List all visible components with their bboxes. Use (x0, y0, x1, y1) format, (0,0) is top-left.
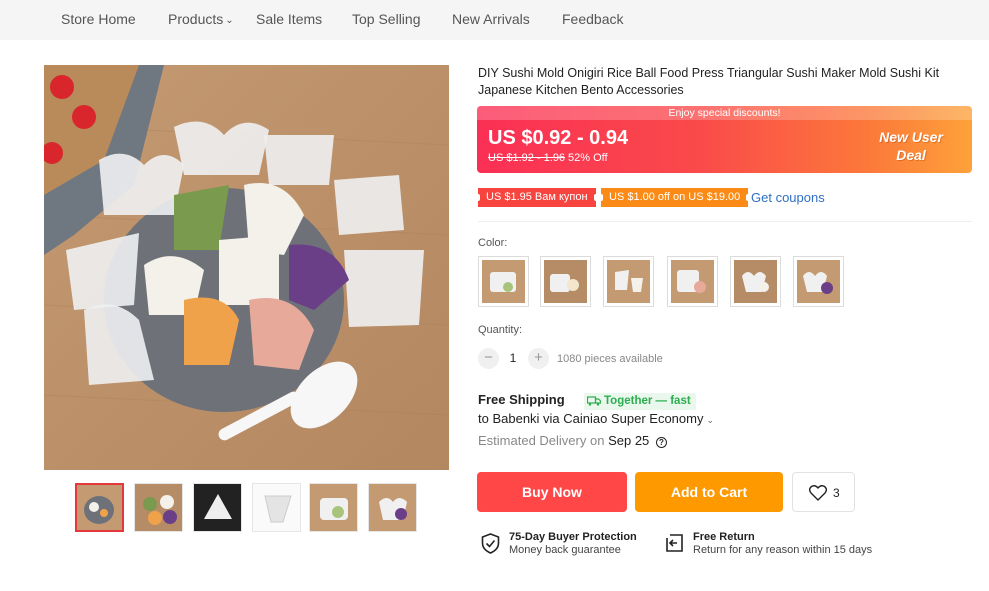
wishlist-count: 3 (833, 486, 840, 500)
quantity-value[interactable]: 1 (505, 351, 521, 365)
color-swatch-1[interactable] (478, 256, 529, 307)
original-price: US $1.92 - 1.96 (488, 152, 566, 164)
shield-check-icon (481, 533, 500, 554)
nav-store-home[interactable]: Store Home (61, 11, 136, 27)
free-return-title: Free Return (693, 531, 755, 543)
shipping-destination-label: to Babenki via Cainiao Super Economy (478, 411, 704, 426)
nav-products[interactable]: Products ⌄ (168, 11, 234, 27)
main-product-image[interactable] (44, 65, 449, 470)
color-swatch-6[interactable] (793, 256, 844, 307)
question-circle-icon[interactable]: ? (655, 437, 667, 448)
divider (478, 221, 972, 222)
chevron-down-icon: ⌄ (706, 415, 715, 425)
color-swatch-4[interactable] (667, 256, 718, 307)
shipping-destination[interactable]: to Babenki via Cainiao Super Economy ⌄ (478, 411, 714, 426)
get-coupons-link[interactable]: Get coupons (751, 190, 825, 205)
heart-icon (809, 485, 827, 501)
free-return-subtitle: Return for any reason within 15 days (693, 544, 873, 556)
pieces-available: 1080 pieces available (557, 353, 663, 365)
thumbnail-1[interactable] (75, 483, 124, 532)
thumbnail-3[interactable] (193, 483, 242, 532)
chevron-down-icon: ⌄ (225, 15, 234, 26)
buyer-protection-title: 75-Day Buyer Protection (509, 531, 637, 543)
return-box-icon (666, 534, 683, 552)
nav-sale-items[interactable]: Sale Items (256, 11, 322, 27)
thumbnail-4[interactable] (252, 483, 301, 532)
buyer-protection-subtitle: Money back guarantee (509, 544, 621, 556)
add-to-cart-button[interactable]: Add to Cart (635, 472, 783, 512)
coupon-store-off[interactable]: US $1.00 off on US $19.00 (598, 188, 751, 207)
sale-price: US $0.92 - 0.94 (488, 127, 629, 149)
nav-feedback[interactable]: Feedback (562, 11, 623, 27)
thumbnail-6[interactable] (368, 483, 417, 532)
thumbnail-2[interactable] (134, 483, 183, 532)
color-swatch-2[interactable] (540, 256, 591, 307)
nav-new-arrivals[interactable]: New Arrivals (452, 11, 530, 27)
promo-price-block: Enjoy special discounts! US $0.92 - 0.94… (477, 106, 972, 173)
estimated-delivery-date: Sep 25 (608, 433, 650, 448)
promo-banner: Enjoy special discounts! (477, 106, 972, 120)
nav-top-selling[interactable]: Top Selling (352, 11, 421, 27)
quantity-decrease-button[interactable]: − (478, 348, 499, 369)
quantity-increase-button[interactable]: + (528, 348, 549, 369)
estimated-delivery: Estimated Delivery on Sep 25 ? (478, 433, 667, 448)
wishlist-button[interactable]: 3 (792, 472, 855, 512)
new-user-deal-badge: New User Deal (879, 129, 943, 163)
color-label: Color: (478, 237, 508, 249)
product-title: DIY Sushi Mold Onigiri Rice Ball Food Pr… (478, 66, 940, 97)
color-swatch-3[interactable] (603, 256, 654, 307)
buy-now-button[interactable]: Buy Now (477, 472, 627, 512)
thumbnail-5[interactable] (309, 483, 358, 532)
together-fast-label: Together — fast (604, 395, 691, 407)
quantity-label: Quantity: (478, 324, 523, 336)
store-nav: Store Home Products ⌄ Sale Items Top Sell… (0, 0, 989, 40)
nav-products-label: Products (168, 11, 224, 27)
coupon-ruble[interactable]: US $1.95 Вам купон (476, 188, 598, 207)
color-swatch-5[interactable] (730, 256, 781, 307)
estimated-delivery-label: Estimated Delivery on (478, 433, 605, 448)
truck-icon (586, 396, 602, 406)
together-fast-tag: Together — fast (584, 393, 696, 410)
discount-percent: 52% Off (568, 152, 608, 164)
free-shipping-title: Free Shipping (478, 392, 565, 407)
